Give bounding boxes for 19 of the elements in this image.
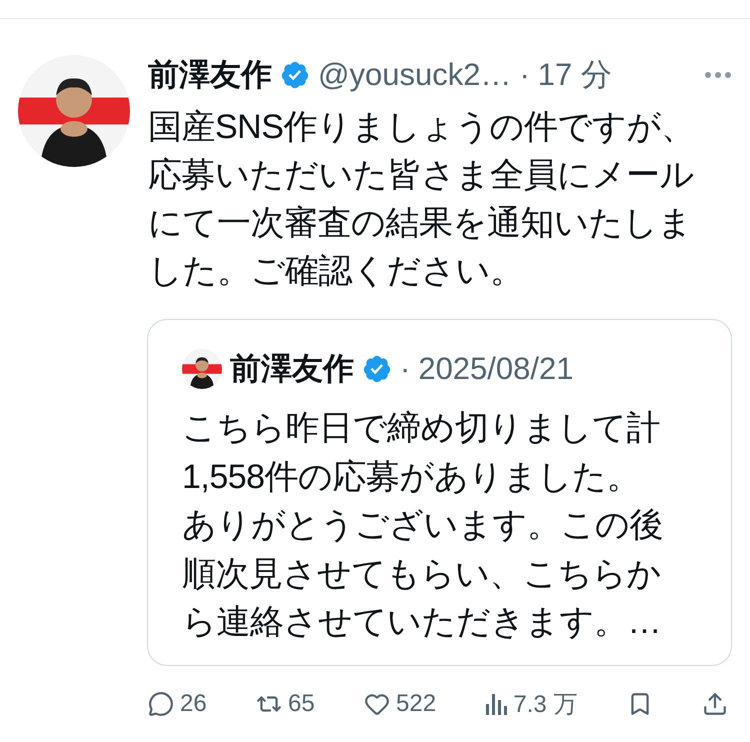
quote-author-name: 前澤友作 — [230, 350, 354, 388]
post-text: 国産SNS作りましょうの件ですが、応募いただいた皆さま全員にメールにて一次審査の結果を通知いたしました。ご確認ください。 — [148, 107, 696, 292]
share-button[interactable] — [702, 690, 728, 716]
quote-date: 2025/08/21 — [418, 351, 574, 387]
quote-card[interactable]: 前澤友作 · 2025/08/21 こちら昨日で締め切りまして計1,558件の応募がありました。ありがとうございます。この後順次見させてもらい、こちらから連絡させていただきます。… — [147, 319, 732, 666]
quote-text: こちら昨日で締め切りまして計1,558件の応募がありました。ありがとうございます。この後順次見させてもらい、こちらから連絡させていただきます。… — [182, 408, 664, 643]
share-icon — [702, 690, 728, 716]
views-button[interactable]: 7.3 万 — [485, 688, 578, 720]
reply-icon — [148, 690, 174, 716]
author-name[interactable]: 前澤友作 — [148, 54, 272, 96]
separator-dot: · — [400, 351, 410, 387]
reply-button[interactable]: 26 — [148, 690, 207, 718]
repost-button[interactable]: 65 — [256, 690, 315, 718]
more-icon[interactable] — [704, 71, 732, 79]
separator-dot: · — [519, 57, 530, 93]
post-time[interactable]: 17 分 — [538, 54, 612, 96]
bar-chart-icon — [485, 692, 508, 716]
like-button[interactable]: 522 — [364, 690, 436, 718]
author-handle[interactable]: @yousuck2… — [318, 57, 512, 93]
